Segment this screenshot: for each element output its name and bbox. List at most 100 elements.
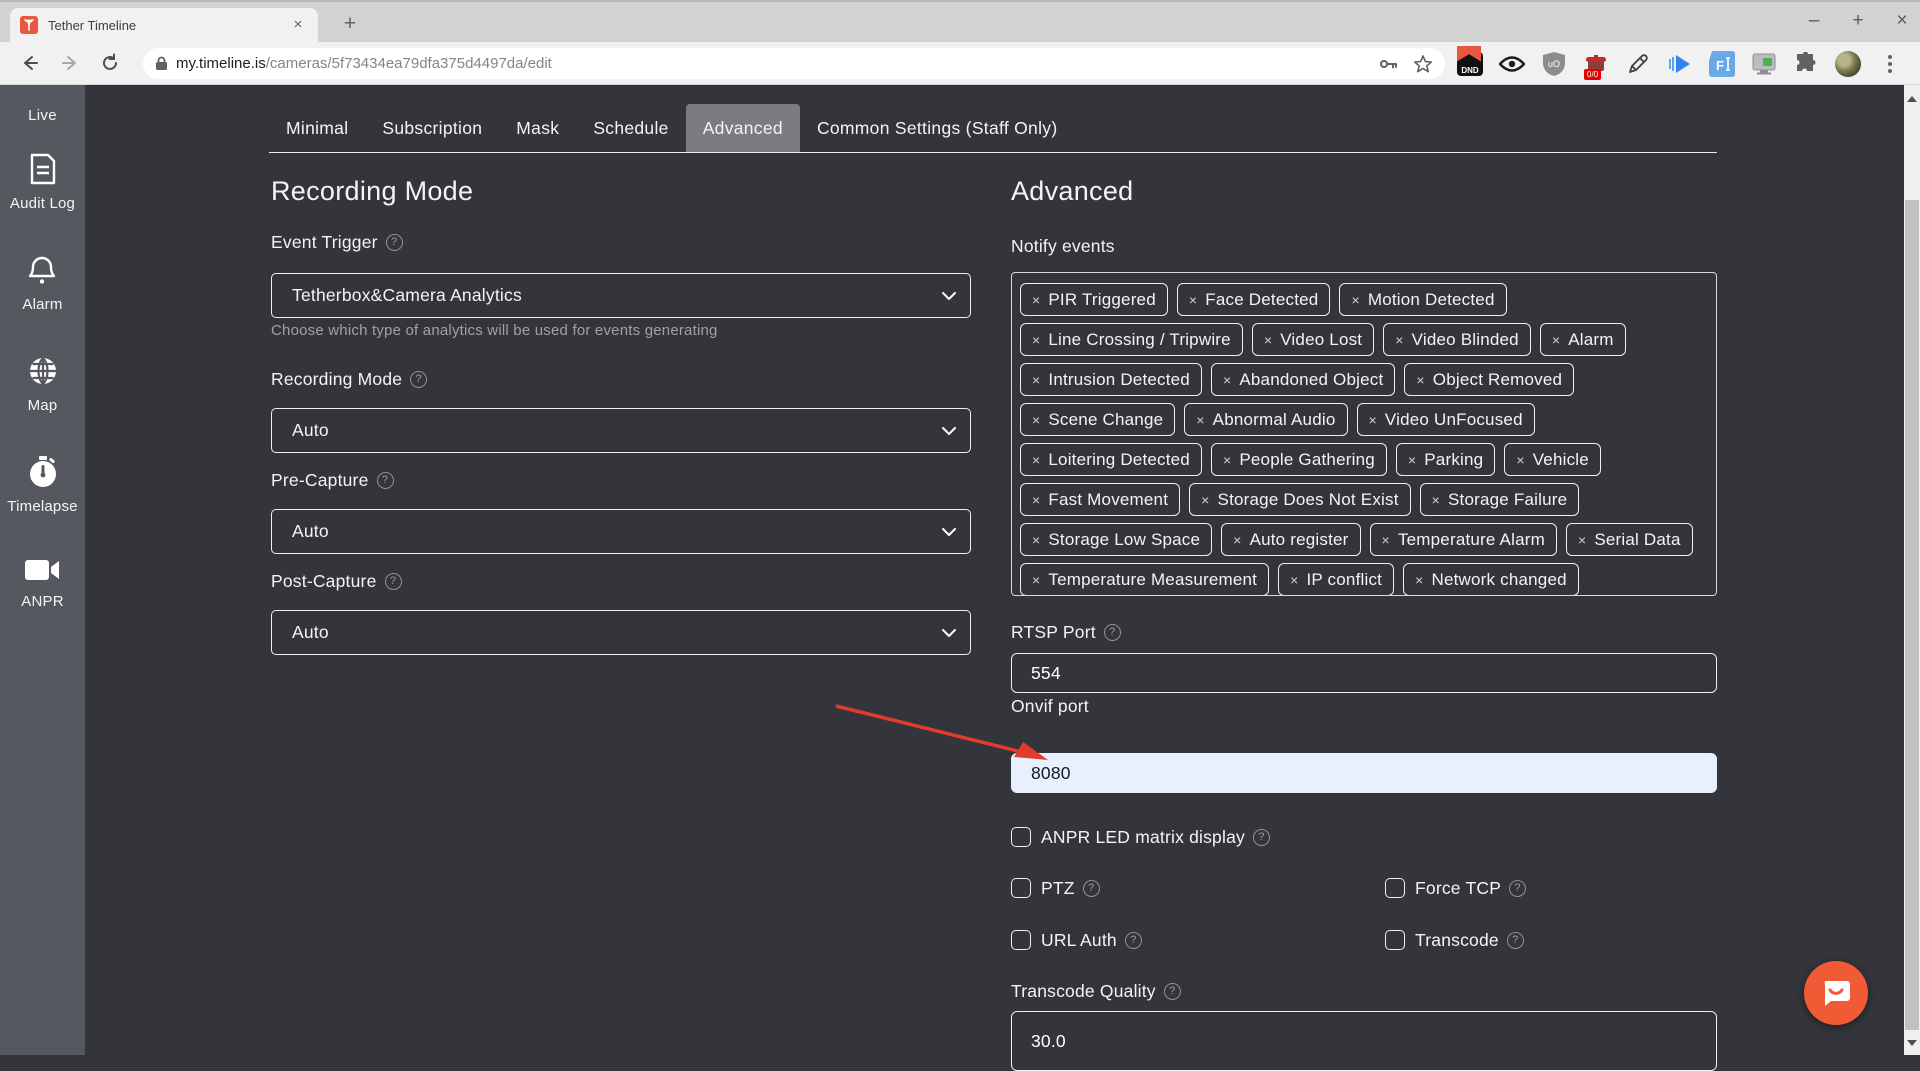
profile-avatar[interactable]: [1834, 50, 1862, 78]
new-tab-button[interactable]: +: [336, 10, 364, 38]
help-icon[interactable]: ?: [1104, 624, 1121, 641]
sidebar-item-timelapse[interactable]: Timelapse: [7, 456, 77, 515]
notify-event-tag[interactable]: ×Vehicle: [1504, 443, 1601, 476]
help-icon[interactable]: ?: [410, 371, 427, 388]
help-icon[interactable]: ?: [386, 234, 403, 251]
fi-extension-icon[interactable]: F: [1708, 50, 1736, 78]
notify-event-tag[interactable]: ×Video Blinded: [1383, 323, 1531, 356]
browser-menu-icon[interactable]: [1876, 50, 1904, 78]
recording-mode-select[interactable]: Auto: [271, 408, 971, 453]
notify-event-tag[interactable]: ×Parking: [1396, 443, 1495, 476]
remove-tag-icon[interactable]: ×: [1223, 372, 1231, 388]
window-close-button[interactable]: ×: [1892, 10, 1912, 32]
sidebar-item-live[interactable]: Live: [28, 107, 57, 124]
checkbox[interactable]: [1011, 878, 1031, 898]
sidebar-item-anpr[interactable]: ANPR: [21, 557, 63, 610]
notify-event-tag[interactable]: ×Intrusion Detected: [1020, 363, 1202, 396]
sidebar-item-alarm[interactable]: Alarm: [22, 254, 62, 313]
onvif-port-input[interactable]: [1011, 753, 1717, 793]
remove-tag-icon[interactable]: ×: [1408, 452, 1416, 468]
force-tcp-checkbox-item[interactable]: Force TCP ?: [1385, 876, 1526, 900]
notify-event-tag[interactable]: ×Network changed: [1403, 563, 1579, 596]
remove-tag-icon[interactable]: ×: [1201, 492, 1209, 508]
checkbox[interactable]: [1385, 878, 1405, 898]
notify-event-tag[interactable]: ×Storage Failure: [1420, 483, 1580, 516]
event-trigger-select[interactable]: Tetherbox&Camera Analytics: [271, 273, 971, 318]
scroll-down-icon[interactable]: [1904, 1035, 1920, 1051]
remove-tag-icon[interactable]: ×: [1223, 452, 1231, 468]
video-speed-extension-icon[interactable]: [1666, 50, 1694, 78]
tab-schedule[interactable]: Schedule: [576, 104, 685, 152]
anpr-led-checkbox-item[interactable]: ANPR LED matrix display ?: [1011, 825, 1270, 849]
notify-event-tag[interactable]: ×Temperature Measurement: [1020, 563, 1269, 596]
notify-event-tag[interactable]: ×People Gathering: [1211, 443, 1387, 476]
notify-event-tag[interactable]: ×Video UnFocused: [1357, 403, 1535, 436]
window-minimize-button[interactable]: –: [1804, 10, 1824, 32]
notify-event-tag[interactable]: ×Storage Low Space: [1020, 523, 1212, 556]
remove-tag-icon[interactable]: ×: [1369, 412, 1377, 428]
pre-capture-select[interactable]: Auto: [271, 509, 971, 554]
extensions-puzzle-icon[interactable]: [1792, 50, 1820, 78]
notify-event-tag[interactable]: ×Loitering Detected: [1020, 443, 1202, 476]
window-maximize-button[interactable]: +: [1848, 10, 1868, 32]
forward-button[interactable]: [56, 49, 84, 77]
checkbox[interactable]: [1385, 930, 1405, 950]
notify-event-tag[interactable]: ×Video Lost: [1252, 323, 1374, 356]
rtsp-port-input[interactable]: [1011, 653, 1717, 693]
remove-tag-icon[interactable]: ×: [1382, 532, 1390, 548]
notify-event-tag[interactable]: ×Storage Does Not Exist: [1189, 483, 1410, 516]
remove-tag-icon[interactable]: ×: [1416, 372, 1424, 388]
help-icon[interactable]: ?: [1509, 880, 1526, 897]
notify-event-tag[interactable]: ×Temperature Alarm: [1370, 523, 1557, 556]
dnd-extension-icon[interactable]: DND: [1456, 50, 1484, 78]
ptz-checkbox-item[interactable]: PTZ ?: [1011, 876, 1100, 900]
notify-event-tag[interactable]: ×Serial Data: [1566, 523, 1693, 556]
remove-tag-icon[interactable]: ×: [1032, 492, 1040, 508]
checkbox[interactable]: [1011, 827, 1031, 847]
back-button[interactable]: [16, 49, 44, 77]
transcode-checkbox-item[interactable]: Transcode ?: [1385, 928, 1524, 952]
notify-event-tag[interactable]: ×Abandoned Object: [1211, 363, 1395, 396]
url-auth-checkbox-item[interactable]: URL Auth ?: [1011, 928, 1142, 952]
tab-subscription[interactable]: Subscription: [365, 104, 499, 152]
eye-extension-icon[interactable]: [1498, 50, 1526, 78]
remove-tag-icon[interactable]: ×: [1032, 372, 1040, 388]
help-icon[interactable]: ?: [1253, 829, 1270, 846]
sidebar-item-map[interactable]: Map: [27, 355, 59, 414]
reload-button[interactable]: [96, 49, 124, 77]
remove-tag-icon[interactable]: ×: [1415, 572, 1423, 588]
remove-tag-icon[interactable]: ×: [1032, 292, 1040, 308]
proxy-valve-extension-icon[interactable]: 0/0: [1582, 50, 1610, 78]
chat-launcher-button[interactable]: [1804, 961, 1868, 1025]
pencil-extension-icon[interactable]: [1624, 50, 1652, 78]
notify-event-tag[interactable]: ×IP conflict: [1278, 563, 1394, 596]
remove-tag-icon[interactable]: ×: [1432, 492, 1440, 508]
remove-tag-icon[interactable]: ×: [1552, 332, 1560, 348]
help-icon[interactable]: ?: [385, 573, 402, 590]
scrollbar-thumb[interactable]: [1905, 200, 1919, 1030]
remove-tag-icon[interactable]: ×: [1290, 572, 1298, 588]
notify-event-tag[interactable]: ×Fast Movement: [1020, 483, 1180, 516]
sidebar-item-audit-log[interactable]: Audit Log: [10, 153, 75, 212]
remove-tag-icon[interactable]: ×: [1032, 412, 1040, 428]
scroll-up-icon[interactable]: [1904, 91, 1920, 107]
transcode-quality-input[interactable]: [1011, 1011, 1717, 1071]
remove-tag-icon[interactable]: ×: [1351, 292, 1359, 308]
checkbox[interactable]: [1011, 930, 1031, 950]
tab-advanced[interactable]: Advanced: [686, 104, 800, 152]
remove-tag-icon[interactable]: ×: [1233, 532, 1241, 548]
notify-event-tag[interactable]: ×Face Detected: [1177, 283, 1331, 316]
notify-event-tag[interactable]: ×Scene Change: [1020, 403, 1175, 436]
notify-events-box[interactable]: ×PIR Triggered×Face Detected×Motion Dete…: [1011, 272, 1717, 596]
bookmark-star-icon[interactable]: [1413, 54, 1433, 74]
help-icon[interactable]: ?: [1507, 932, 1524, 949]
help-icon[interactable]: ?: [377, 472, 394, 489]
lock-icon[interactable]: [155, 56, 168, 71]
notify-event-tag[interactable]: ×Line Crossing / Tripwire: [1020, 323, 1243, 356]
help-icon[interactable]: ?: [1083, 880, 1100, 897]
password-key-icon[interactable]: [1377, 53, 1399, 75]
notify-event-tag[interactable]: ×Alarm: [1540, 323, 1626, 356]
notify-event-tag[interactable]: ×Abnormal Audio: [1184, 403, 1347, 436]
address-bar[interactable]: my.timeline.is/cameras/5f73434ea79dfa375…: [143, 48, 1445, 79]
remove-tag-icon[interactable]: ×: [1578, 532, 1586, 548]
